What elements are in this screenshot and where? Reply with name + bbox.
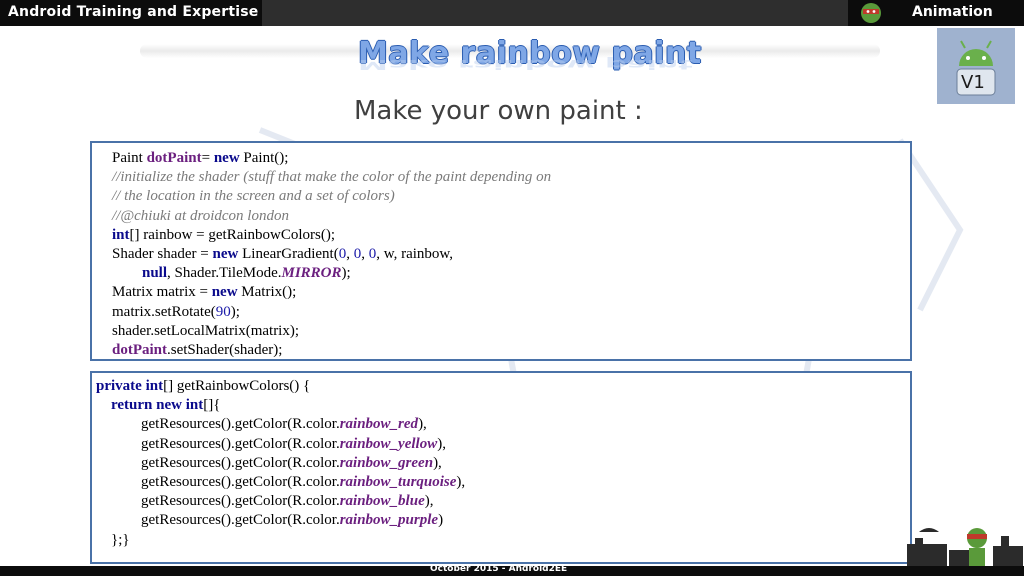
code-token: new — [212, 246, 239, 263]
header-right-title: Animation — [912, 4, 993, 20]
code-token: rainbow_yellow — [339, 435, 438, 452]
code-line: Matrix matrix = new Matrix(); — [112, 283, 551, 302]
code-token: return new int — [111, 397, 204, 414]
version-label: V1 — [961, 72, 985, 93]
code-token: LinearGradient( — [238, 246, 339, 263]
code-token: = — [201, 150, 214, 166]
footer-text: October 2015 - Android2EE — [430, 564, 568, 574]
code-token: // the location in the screen and a set … — [112, 188, 395, 205]
code-token: rainbow_blue — [339, 493, 425, 510]
code-token: ) — [438, 512, 444, 529]
code-token: dotPaint — [146, 150, 202, 166]
header-left-title: Android Training and Expertise — [8, 4, 259, 20]
code-token: private int — [96, 378, 164, 394]
code-token: rainbow_turquoise — [339, 474, 457, 491]
code-token: int — [112, 226, 130, 243]
code-line: null, Shader.TileMode.MIRROR); — [112, 264, 551, 283]
code-line: Paint dotPaint= new Paint(); — [112, 149, 551, 168]
slide-title-reflection: Make rainbow paint — [358, 56, 693, 72]
code-token: [] rainbow = getRainbowColors(); — [129, 226, 336, 243]
code-token: rainbow_purple — [339, 512, 439, 529]
code-block-rainbow-colors: private int[] getRainbowColors() { retur… — [90, 371, 912, 564]
code-line: matrix.setRotate(90); — [112, 303, 551, 322]
code-line: getResources().getColor(R.color.rainbow_… — [96, 454, 465, 473]
code-token: null — [142, 265, 168, 282]
code-token: , Shader.TileMode. — [167, 265, 282, 282]
android-logo: V1 — [937, 28, 1015, 104]
code-token: ), — [418, 416, 427, 433]
code-token: , w, rainbow, — [376, 246, 454, 263]
code-token: getResources().getColor(R.color. — [96, 454, 340, 471]
code-line: private int[] getRainbowColors() { — [96, 377, 465, 396]
code-line: int[] rainbow = getRainbowColors(); — [112, 226, 551, 245]
code-token: //@chiuki at droidcon london — [112, 207, 289, 224]
code-line: // the location in the screen and a set … — [112, 187, 551, 206]
code-token: MIRROR — [281, 265, 342, 282]
code-token: getResources().getColor(R.color. — [96, 416, 340, 433]
code-line: getResources().getColor(R.color.rainbow_… — [96, 473, 465, 492]
code-token: shader.setLocalMatrix(matrix); — [112, 322, 300, 339]
code-line: getResources().getColor(R.color.rainbow_… — [96, 492, 465, 511]
code-token: dotPaint — [112, 342, 168, 359]
code-listing-2: private int[] getRainbowColors() { retur… — [96, 377, 465, 550]
code-token: getResources().getColor(R.color. — [96, 474, 340, 491]
code-line: dotPaint.setShader(shader); — [112, 341, 551, 360]
code-token: [] getRainbowColors() { — [163, 378, 311, 394]
code-token: ), — [433, 454, 442, 471]
code-token: rainbow_green — [339, 454, 434, 471]
code-token: Paint — [112, 150, 147, 166]
code-token: rainbow_red — [339, 416, 419, 433]
code-token: .setShader(shader); — [167, 342, 283, 359]
code-token: , — [361, 246, 369, 263]
code-token: };} — [96, 531, 130, 548]
bottom-banner: October 2015 - Android2EE — [0, 564, 1024, 576]
code-line: shader.setLocalMatrix(matrix); — [112, 322, 551, 341]
code-line: getResources().getColor(R.color.rainbow_… — [96, 511, 465, 530]
city-skyline-icon — [907, 528, 1023, 566]
code-token: getResources().getColor(R.color. — [96, 493, 340, 510]
code-token: ); — [230, 303, 240, 320]
code-token: Shader shader = — [112, 246, 213, 263]
code-line: getResources().getColor(R.color.rainbow_… — [96, 415, 465, 434]
code-token: getResources().getColor(R.color. — [96, 512, 340, 529]
header-divider — [262, 0, 848, 26]
code-token: , — [346, 246, 354, 263]
code-token: 90 — [215, 303, 231, 320]
code-token: matrix.setRotate( — [112, 303, 216, 320]
code-listing-1: Paint dotPaint= new Paint();//initialize… — [112, 149, 551, 360]
code-token: ), — [437, 435, 446, 452]
code-token: Matrix(); — [237, 284, 297, 301]
code-token: ); — [341, 265, 351, 282]
code-token: //initialize the shader (stuff that make… — [112, 169, 552, 186]
code-line: getResources().getColor(R.color.rainbow_… — [96, 435, 465, 454]
code-line: return new int[]{ — [96, 396, 465, 415]
code-token: ), — [456, 474, 466, 491]
code-token: ), — [424, 493, 434, 510]
code-token: []{ — [203, 397, 221, 414]
code-line: };} — [96, 531, 465, 550]
code-block-paint-setup: Paint dotPaint= new Paint();//initialize… — [90, 141, 912, 361]
code-line: Shader shader = new LinearGradient(0, 0,… — [112, 245, 551, 264]
slide-subtitle: Make your own paint : — [354, 96, 643, 126]
code-token: Paint(); — [239, 150, 289, 166]
code-line: //initialize the shader (stuff that make… — [112, 168, 551, 187]
code-token: new — [213, 150, 240, 166]
code-token: Matrix matrix = — [112, 284, 212, 301]
ninja-turtle-badge-icon — [861, 3, 881, 23]
code-token: new — [211, 284, 238, 301]
code-line: //@chiuki at droidcon london — [112, 207, 551, 226]
code-token: getResources().getColor(R.color. — [96, 435, 340, 452]
